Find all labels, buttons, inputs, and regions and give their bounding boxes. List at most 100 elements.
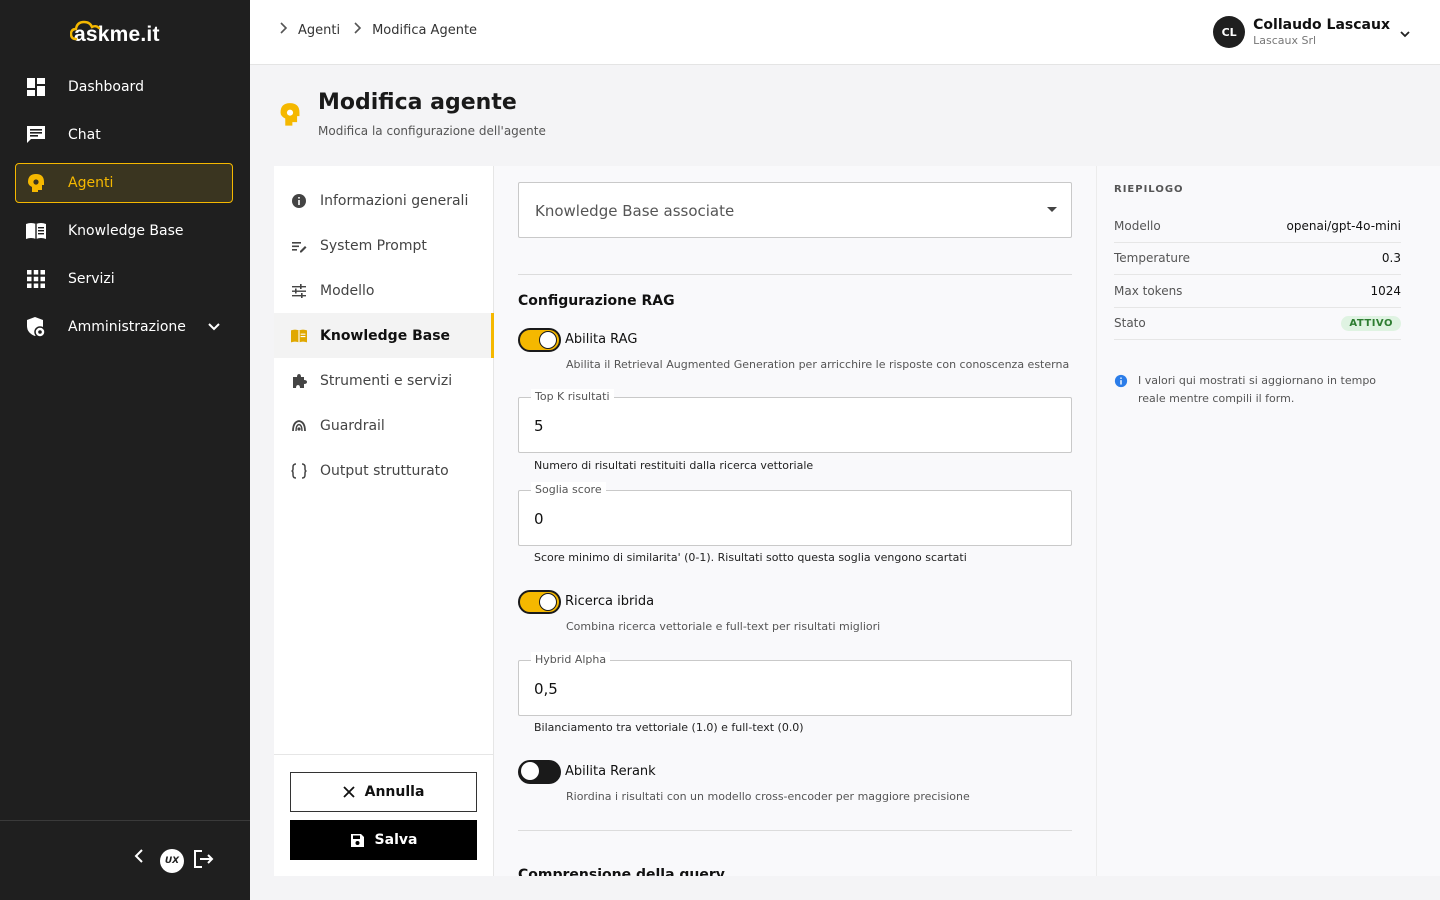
status-badge: ATTIVO — [1341, 315, 1401, 331]
chevron-right-icon — [354, 22, 362, 38]
summary-key: Modello — [1114, 218, 1161, 233]
chat-icon — [24, 123, 48, 147]
chevron-down-icon[interactable] — [1400, 23, 1410, 42]
hybrid-alpha-field[interactable]: Hybrid Alpha 0,5 — [518, 652, 1072, 716]
select-label: Knowledge Base associate — [535, 202, 735, 220]
sidebar-item-agenti[interactable]: Agenti — [15, 163, 233, 203]
form-actions: Annulla Salva — [274, 754, 494, 876]
ux-logo-icon: UX — [160, 849, 184, 873]
knowledge-base-select[interactable]: Knowledge Base associate — [518, 182, 1072, 238]
tab-label: Output strutturato — [320, 462, 449, 479]
tab-informazioni-generali[interactable]: Informazioni generali — [274, 178, 493, 223]
field-label: Soglia score — [531, 482, 606, 498]
form-area: Knowledge Base associate Configurazione … — [494, 166, 1096, 876]
grid-icon — [24, 267, 48, 291]
toggle-knob — [539, 593, 557, 611]
hybrid-search-label: Ricerca ibrida — [565, 594, 655, 609]
tab-strumenti-e-servizi[interactable]: Strumenti e servizi — [274, 358, 493, 403]
sidebar-item-dashboard[interactable]: Dashboard — [15, 67, 233, 107]
sidebar-item-servizi[interactable]: Servizi — [15, 259, 233, 299]
collapse-sidebar-icon[interactable] — [133, 849, 145, 863]
tab-modello[interactable]: Modello — [274, 268, 493, 313]
agent-icon — [278, 102, 302, 132]
braces-icon — [290, 462, 308, 480]
section-title-query: Comprensione della query — [518, 867, 725, 876]
hybrid-search-toggle[interactable] — [518, 590, 561, 614]
dashboard-icon — [24, 75, 48, 99]
tab-system-prompt[interactable]: System Prompt — [274, 223, 493, 268]
toggle-knob — [521, 762, 539, 780]
admin-shield-icon — [24, 315, 48, 339]
sidebar-item-label: Chat — [68, 127, 101, 143]
cancel-label: Annulla — [364, 784, 425, 800]
guardrail-icon — [290, 417, 308, 435]
tab-knowledge-base[interactable]: Knowledge Base — [274, 313, 494, 358]
field-value: 5 — [534, 417, 544, 435]
save-button[interactable]: Salva — [290, 820, 477, 860]
sidebar-item-amministrazione[interactable]: Amministrazione — [15, 307, 233, 347]
save-label: Salva — [374, 832, 418, 848]
rerank-label: Abilita Rerank — [565, 764, 656, 779]
user-menu[interactable]: CL Collaudo Lascaux Lascaux Srl — [1213, 16, 1410, 48]
cloud-logo-icon — [70, 20, 101, 41]
summary-key: Stato — [1114, 316, 1146, 331]
summary-note: I valori qui mostrati si aggiornano in t… — [1114, 372, 1401, 408]
logout-icon[interactable] — [193, 849, 215, 869]
tab-label: Knowledge Base — [320, 327, 451, 344]
agent-icon — [24, 171, 48, 195]
prompt-icon — [290, 237, 308, 255]
edit-agent-card: Informazioni generali System Prompt Mode… — [274, 166, 1440, 876]
divider — [518, 830, 1072, 831]
field-value: 0,5 — [534, 680, 558, 698]
breadcrumb: Agenti Modifica Agente — [280, 22, 491, 38]
field-label: Hybrid Alpha — [531, 652, 611, 668]
chevron-right-icon — [280, 22, 288, 38]
summary-row-model: Modello openai/gpt-4o-mini — [1114, 210, 1401, 243]
section-tabs: Informazioni generali System Prompt Mode… — [274, 166, 494, 876]
puzzle-icon — [290, 372, 308, 390]
chevron-down-icon[interactable] — [208, 319, 220, 335]
book-icon — [290, 327, 308, 345]
rerank-toggle[interactable] — [518, 760, 561, 784]
summary-value: 1024 — [1370, 283, 1401, 298]
enable-rag-toggle[interactable] — [518, 328, 561, 352]
top-k-field[interactable]: Top K risultati 5 — [518, 389, 1072, 453]
cancel-button[interactable]: Annulla — [290, 772, 477, 812]
top-k-help: Numero di risultati restituiti dalla ric… — [534, 459, 814, 472]
summary-title: RIEPILOGO — [1114, 184, 1184, 195]
summary-list: Modello openai/gpt-4o-mini Temperature 0… — [1114, 210, 1401, 340]
sidebar-item-chat[interactable]: Chat — [15, 115, 233, 155]
info-icon — [290, 192, 308, 210]
brand-logo[interactable]: askme.it — [70, 20, 160, 50]
summary-value: 0.3 — [1381, 251, 1401, 266]
sidebar-nav: Dashboard Chat Agenti Knowledge Base Ser… — [15, 67, 233, 355]
summary-row-temperature: Temperature 0.3 — [1114, 243, 1401, 275]
tab-guardrail[interactable]: Guardrail — [274, 403, 493, 448]
tab-label: System Prompt — [320, 237, 427, 254]
score-threshold-field[interactable]: Soglia score 0 — [518, 482, 1072, 546]
tab-output-strutturato[interactable]: Output strutturato — [274, 448, 493, 493]
sidebar-item-label: Servizi — [68, 271, 115, 287]
toggle-knob — [539, 331, 557, 349]
sidebar-item-knowledge-base[interactable]: Knowledge Base — [15, 211, 233, 251]
close-icon — [342, 786, 355, 798]
tab-label: Informazioni generali — [320, 192, 469, 209]
field-value: 0 — [534, 510, 544, 528]
rerank-help: Riordina i risultati con un modello cros… — [566, 790, 970, 803]
tab-label: Strumenti e servizi — [320, 372, 453, 389]
hybrid-search-help: Combina ricerca vettoriale e full-text p… — [566, 620, 881, 633]
top-header: Agenti Modifica Agente CL Collaudo Lasca… — [250, 0, 1440, 65]
user-name: Collaudo Lascaux — [1253, 17, 1390, 33]
sidebar-footer: UX — [0, 820, 250, 900]
sidebar-item-label: Knowledge Base — [68, 223, 184, 239]
user-org: Lascaux Srl — [1253, 34, 1317, 47]
summary-panel: RIEPILOGO Modello openai/gpt-4o-mini Tem… — [1096, 166, 1440, 876]
breadcrumb-item-agenti[interactable]: Agenti — [298, 23, 340, 38]
summary-row-status: Stato ATTIVO — [1114, 308, 1401, 340]
score-threshold-help: Score minimo di similarita' (0-1). Risul… — [534, 551, 967, 564]
summary-note-text: I valori qui mostrati si aggiornano in t… — [1138, 374, 1377, 405]
enable-rag-label: Abilita RAG — [565, 332, 638, 347]
divider — [518, 274, 1072, 275]
book-icon — [24, 219, 48, 243]
summary-key: Max tokens — [1114, 283, 1183, 298]
